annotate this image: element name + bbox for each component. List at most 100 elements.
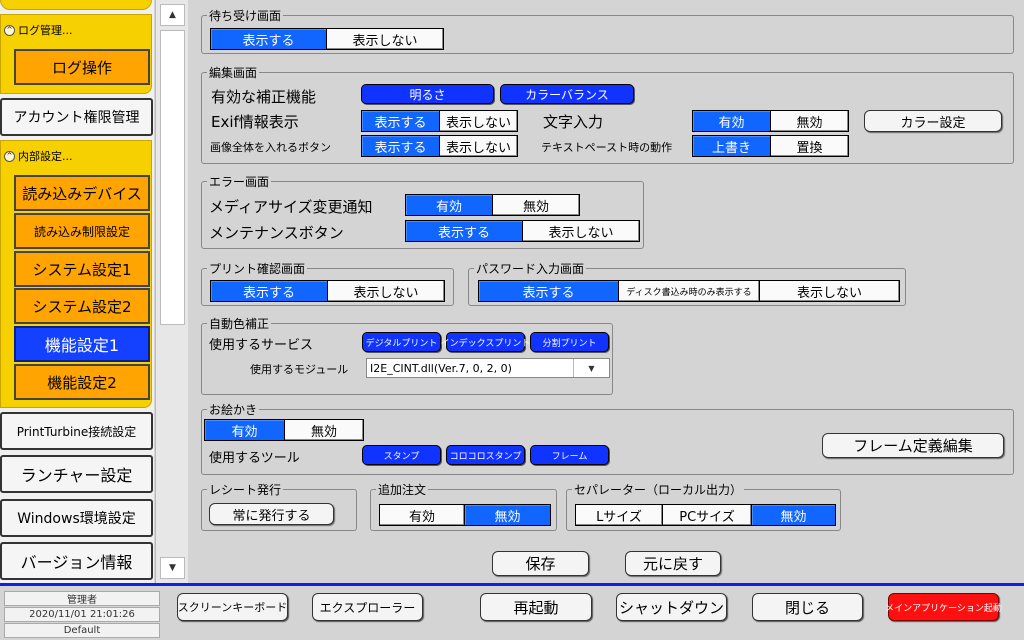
drawing-group: お絵かき 有効 無効 使用するツール スタンプ コロコロスタンプ フレーム フレ… bbox=[201, 401, 1014, 475]
sidebar-item-printturbine[interactable]: PrintTurbine接続設定 bbox=[0, 412, 153, 450]
drawing-disable-option[interactable]: 無効 bbox=[284, 419, 364, 441]
paste-behavior-toggle: 上書き 置換 bbox=[692, 135, 849, 157]
text-input-disable-option[interactable]: 無効 bbox=[770, 110, 849, 132]
text-input-label: 文字入力 bbox=[543, 113, 604, 131]
sidebar-internal-header[interactable]: ^ 内部設定... bbox=[4, 148, 73, 164]
maintenance-show-option[interactable]: 表示する bbox=[405, 220, 523, 242]
separator-toggle: Lサイズ PCサイズ 無効 bbox=[575, 504, 836, 526]
paste-replace-option[interactable]: 置換 bbox=[770, 135, 849, 157]
sidebar-item-system-settings-2[interactable]: システム設定2 bbox=[14, 288, 150, 324]
scroll-down-icon[interactable]: ▼ bbox=[160, 557, 185, 579]
correction-label: 有効な補正機能 bbox=[211, 88, 317, 106]
text-input-enable-option[interactable]: 有効 bbox=[692, 110, 771, 132]
password-toggle: 表示する ディスク書込み時のみ表示する 表示しない bbox=[478, 280, 900, 302]
media-size-disable-option[interactable]: 無効 bbox=[492, 194, 580, 216]
fit-image-label: 画像全体を入れるボタン bbox=[210, 141, 331, 154]
password-show-option[interactable]: 表示する bbox=[478, 280, 619, 302]
sidebar-item-function-settings-1[interactable]: 機能設定1 bbox=[14, 326, 150, 362]
exif-show-option[interactable]: 表示する bbox=[361, 110, 440, 132]
restart-button[interactable]: 再起動 bbox=[480, 593, 592, 621]
error-title: エラー画面 bbox=[207, 173, 272, 190]
standby-group: 待ち受け画面 表示する 表示しない bbox=[201, 7, 1014, 54]
correction-color-balance-button[interactable]: カラーバランス bbox=[500, 84, 634, 104]
extra-order-title: 追加注文 bbox=[376, 481, 429, 498]
auto-color-group: 自動色補正 使用するサービス デジタルプリント インデックスプリント 分割プリン… bbox=[201, 315, 613, 395]
extra-order-disable-option[interactable]: 無効 bbox=[464, 504, 551, 526]
password-title: パスワード入力画面 bbox=[474, 260, 587, 277]
revert-button[interactable]: 元に戻す bbox=[625, 551, 721, 576]
sidebar: ^ ログ管理... ログ操作 アカウント権限管理 ^ 内部設定... 読み込みデ… bbox=[0, 0, 154, 583]
receipt-title: レシート発行 bbox=[207, 481, 284, 498]
tool-roller-stamp-button[interactable]: コロコロスタンプ bbox=[446, 445, 525, 465]
sidebar-item-log-operation[interactable]: ログ操作 bbox=[14, 49, 150, 85]
receipt-always-issue-button[interactable]: 常に発行する bbox=[209, 503, 334, 525]
separator-pc-size-option[interactable]: PCサイズ bbox=[662, 504, 752, 526]
collapse-icon: ^ bbox=[4, 24, 15, 36]
standby-show-option[interactable]: 表示する bbox=[210, 28, 327, 50]
print-confirm-hide-option[interactable]: 表示しない bbox=[327, 280, 445, 302]
print-confirm-toggle: 表示する 表示しない bbox=[210, 280, 445, 302]
shutdown-button[interactable]: シャットダウン bbox=[616, 593, 727, 621]
print-confirm-show-option[interactable]: 表示する bbox=[210, 280, 328, 302]
sidebar-item-read-device[interactable]: 読み込みデバイス bbox=[14, 175, 150, 211]
sidebar-item-read-limit[interactable]: 読み込み制限設定 bbox=[14, 213, 150, 249]
media-size-label: メディアサイズ変更通知 bbox=[209, 198, 373, 216]
sidebar-top-group-tail bbox=[0, 0, 152, 10]
service-index-print-button[interactable]: インデックスプリント bbox=[441, 332, 530, 352]
auto-color-title: 自動色補正 bbox=[207, 315, 272, 332]
standby-toggle: 表示する 表示しない bbox=[210, 28, 444, 50]
screen-keyboard-button[interactable]: スクリーンキーボード bbox=[177, 593, 288, 621]
module-selected-value: I2E_CINT.dll(Ver.7, 0, 2, 0) bbox=[370, 361, 512, 375]
extra-order-enable-option[interactable]: 有効 bbox=[379, 504, 465, 526]
sidebar-item-system-settings-1[interactable]: システム設定1 bbox=[14, 251, 150, 287]
tool-stamp-button[interactable]: スタンプ bbox=[362, 445, 441, 465]
maintenance-label: メンテナンスボタン bbox=[209, 224, 344, 242]
sidebar-item-windows-env[interactable]: Windows環境設定 bbox=[0, 499, 153, 537]
fit-image-show-option[interactable]: 表示する bbox=[361, 135, 440, 157]
media-size-toggle: 有効 無効 bbox=[405, 194, 580, 216]
paste-overwrite-option[interactable]: 上書き bbox=[692, 135, 771, 157]
exif-hide-option[interactable]: 表示しない bbox=[439, 110, 518, 132]
maintenance-hide-option[interactable]: 表示しない bbox=[522, 220, 640, 242]
fit-image-hide-option[interactable]: 表示しない bbox=[439, 135, 518, 157]
sidebar-item-account-permissions[interactable]: アカウント権限管理 bbox=[0, 98, 153, 136]
collapse-icon: ^ bbox=[4, 150, 15, 162]
correction-brightness-button[interactable]: 明るさ bbox=[361, 84, 494, 104]
status-profile: Default bbox=[4, 623, 160, 638]
separator-l-size-option[interactable]: Lサイズ bbox=[575, 504, 663, 526]
standby-hide-option[interactable]: 表示しない bbox=[326, 28, 444, 50]
separator-group: セパレーター（ローカル出力） Lサイズ PCサイズ 無効 bbox=[566, 481, 841, 531]
drawing-title: お絵かき bbox=[207, 401, 260, 418]
sidebar-scrollbar[interactable]: ▲ ▼ bbox=[155, 0, 188, 583]
text-input-toggle: 有効 無効 bbox=[692, 110, 849, 132]
password-disk-only-option[interactable]: ディスク書込み時のみ表示する bbox=[618, 280, 760, 302]
print-confirm-group: プリント確認画面 表示する 表示しない bbox=[201, 260, 454, 306]
save-button[interactable]: 保存 bbox=[492, 551, 589, 576]
sidebar-item-function-settings-2[interactable]: 機能設定2 bbox=[14, 364, 150, 400]
separator-title: セパレーター（ローカル出力） bbox=[572, 481, 745, 498]
launch-main-app-button[interactable]: メインアプリケーション起動 bbox=[885, 593, 1002, 621]
explorer-button[interactable]: エクスプローラー bbox=[312, 593, 423, 621]
sidebar-item-version[interactable]: バージョン情報 bbox=[0, 542, 153, 580]
separator-disable-option[interactable]: 無効 bbox=[751, 504, 836, 526]
exif-toggle: 表示する 表示しない bbox=[361, 110, 518, 132]
sidebar-item-launcher[interactable]: ランチャー設定 bbox=[0, 455, 153, 493]
scroll-up-icon[interactable]: ▲ bbox=[160, 4, 185, 26]
drawing-toggle: 有効 無効 bbox=[204, 419, 364, 441]
chevron-down-icon[interactable]: ▼ bbox=[573, 359, 609, 377]
close-button[interactable]: 閉じる bbox=[752, 593, 863, 621]
paste-behavior-label: テキストペースト時の動作 bbox=[541, 141, 673, 154]
drawing-enable-option[interactable]: 有効 bbox=[204, 419, 285, 441]
service-split-print-button[interactable]: 分割プリント bbox=[530, 332, 609, 352]
password-hide-option[interactable]: 表示しない bbox=[759, 280, 900, 302]
color-settings-button[interactable]: カラー設定 bbox=[864, 110, 1002, 132]
sidebar-log-header[interactable]: ^ ログ管理... bbox=[4, 22, 73, 38]
media-size-enable-option[interactable]: 有効 bbox=[405, 194, 493, 216]
module-select[interactable]: I2E_CINT.dll(Ver.7, 0, 2, 0) ▼ bbox=[366, 358, 610, 378]
service-digital-print-button[interactable]: デジタルプリント bbox=[362, 332, 441, 352]
status-user: 管理者 bbox=[4, 591, 160, 606]
status-datetime: 2020/11/01 21:01:26 bbox=[4, 607, 160, 622]
scrollbar-thumb[interactable] bbox=[160, 30, 185, 325]
frame-definition-edit-button[interactable]: フレーム定義編集 bbox=[822, 433, 1004, 458]
tool-frame-button[interactable]: フレーム bbox=[530, 445, 609, 465]
